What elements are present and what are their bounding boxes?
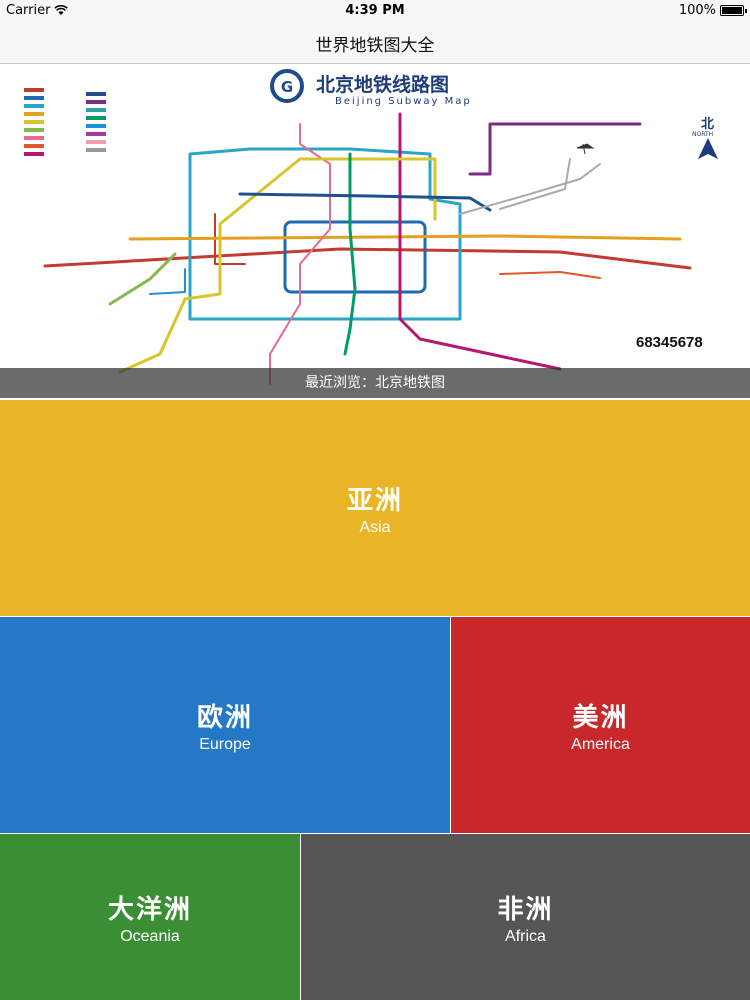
tile-europe-title: 欧洲 [196,702,253,733]
map-title-cn: 北京地铁线路图 [316,73,449,96]
north-label: 北 [701,117,714,132]
tile-asia-subtitle: Asia [359,518,391,536]
clock: 4:39 PM [345,3,405,18]
tile-asia-title: 亚洲 [346,485,403,516]
tile-america-subtitle: America [571,735,630,753]
battery-percent: 100% [678,3,716,18]
navigation-bar: 世界地铁图大全 [0,20,750,64]
tile-africa-title: 非洲 [497,894,554,925]
svg-text:G: G [281,78,293,96]
tile-oceania[interactable]: 大洋洲 Oceania [0,834,300,1000]
battery-status: 100% [678,3,747,18]
status-bar: Carrier 4:39 PM 100% [0,0,750,20]
hotline-number: 68345678 [636,334,703,351]
tile-africa-subtitle: Africa [505,927,546,945]
battery-fill [722,7,742,14]
recent-map-banner[interactable]: G 北京地铁线路图 Beijing Subway Map 北 NORTH 683… [0,64,750,398]
tile-oceania-title: 大洋洲 [107,894,192,925]
tile-europe[interactable]: 欧洲 Europe [0,617,450,833]
tile-america[interactable]: 美洲 America [451,617,750,833]
tile-oceania-subtitle: Oceania [120,927,180,945]
tile-asia[interactable]: 亚洲 Asia [0,400,750,616]
battery-icon [720,5,747,16]
map-title-en: Beijing Subway Map [335,96,472,107]
tile-africa[interactable]: 非洲 Africa [301,834,750,1000]
tile-europe-subtitle: Europe [199,735,251,753]
recent-viewed-caption: 最近浏览：北京地铁图 [0,368,750,398]
page-title: 世界地铁图大全 [315,36,435,56]
tile-america-title: 美洲 [572,702,629,733]
subway-map-image: G 北京地铁线路图 Beijing Subway Map 北 NORTH 683… [0,64,750,398]
north-en-label: NORTH [692,131,713,138]
